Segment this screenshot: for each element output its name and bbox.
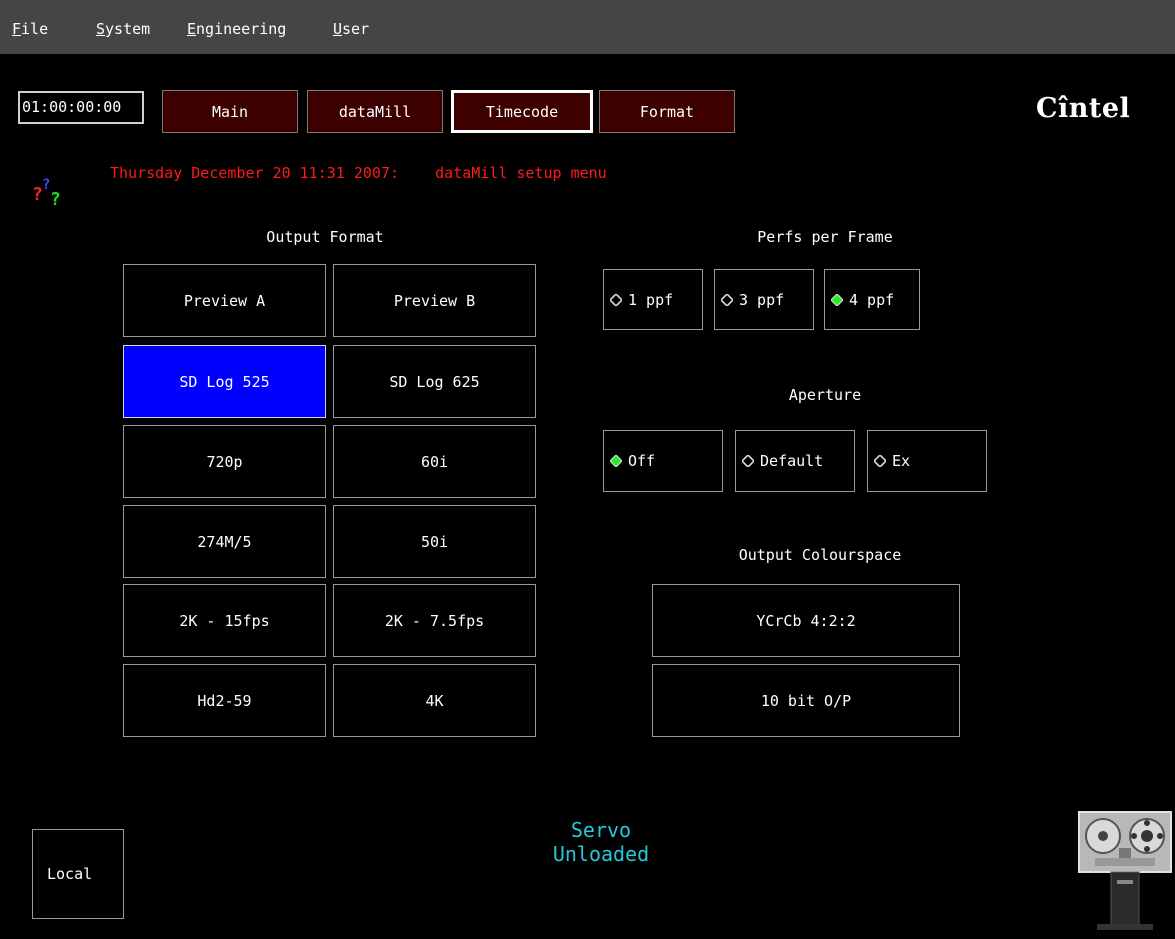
bit-depth-button[interactable]: 10 bit O/P [652,664,960,737]
cintel-logo: Cîntel [1036,93,1131,124]
radio-diamond-unselected-icon [874,455,886,467]
servo-status-line-1: Servo [570,818,632,842]
radio-diamond-unselected-icon [721,293,733,306]
aperture-option-label: Off [628,452,656,470]
format-button-preview-b[interactable]: Preview B [333,264,536,337]
format-button-sd-log-525[interactable]: SD Log 525 [123,345,326,418]
menu-user[interactable]: User [333,20,369,38]
format-button-274m-5[interactable]: 274M/5 [123,505,326,578]
aperture-option-label: Default [760,452,824,470]
aperture-option-off[interactable]: Off [603,430,723,492]
aperture-option-ex[interactable]: Ex [867,430,987,492]
perf-option-1-ppf[interactable]: 1 ppf [603,269,703,330]
perf-option-label: 1 ppf [628,290,674,309]
output-colourspace-heading: Output Colourspace [738,546,902,564]
format-button-preview-a[interactable]: Preview A [123,264,326,337]
tab-main[interactable]: Main [162,90,298,133]
perf-option-label: 3 ppf [739,290,785,309]
telecine-machine-icon[interactable] [1075,808,1175,933]
timecode-display[interactable]: 01:00:00:00 [18,91,144,124]
format-button-4k[interactable]: 4K [333,664,536,737]
perf-option-label: 4 ppf [849,290,895,309]
menu-engineering[interactable]: Engineering [187,20,286,38]
format-button-720p[interactable]: 720p [123,425,326,498]
format-button-50i[interactable]: 50i [333,505,536,578]
radio-diamond-unselected-icon [742,455,754,467]
status-line: Thursday December 20 11:31 2007: dataMil… [110,164,607,182]
format-button-hd2-59[interactable]: Hd2-59 [123,664,326,737]
aperture-heading: Aperture [788,386,862,404]
aperture-option-label: Ex [892,452,911,470]
format-button-60i[interactable]: 60i [333,425,536,498]
tab-timecode[interactable]: Timecode [451,90,593,133]
svg-text:?: ? [50,189,61,206]
colourspace-button[interactable]: YCrCb 4:2:2 [652,584,960,657]
tab-format[interactable]: Format [599,90,735,133]
format-button-2k-15fps[interactable]: 2K - 15fps [123,584,326,657]
radio-diamond-selected-icon [831,293,843,306]
aperture-option-default[interactable]: Default [735,430,855,492]
output-format-heading: Output Format [266,228,384,246]
radio-diamond-selected-icon [610,455,622,467]
radio-diamond-unselected-icon [610,293,622,306]
help-question-marks-icon[interactable]: ? ? ? [32,176,74,206]
perfs-per-frame-heading: Perfs per Frame [757,228,893,246]
menu-file[interactable]: File [12,20,48,38]
perf-option-4-ppf[interactable]: 4 ppf [824,269,920,330]
perf-option-3-ppf[interactable]: 3 ppf [714,269,814,330]
servo-status: Servo Unloaded [520,818,682,866]
local-button[interactable]: Local [32,829,124,919]
format-button-2k-7-5fps[interactable]: 2K - 7.5fps [333,584,536,657]
menu-system[interactable]: System [96,20,150,38]
menu-bar: File System Engineering User [0,0,1175,54]
tab-datamill[interactable]: dataMill [307,90,443,133]
servo-status-line-2: Unloaded [552,842,650,866]
format-button-sd-log-625[interactable]: SD Log 625 [333,345,536,418]
